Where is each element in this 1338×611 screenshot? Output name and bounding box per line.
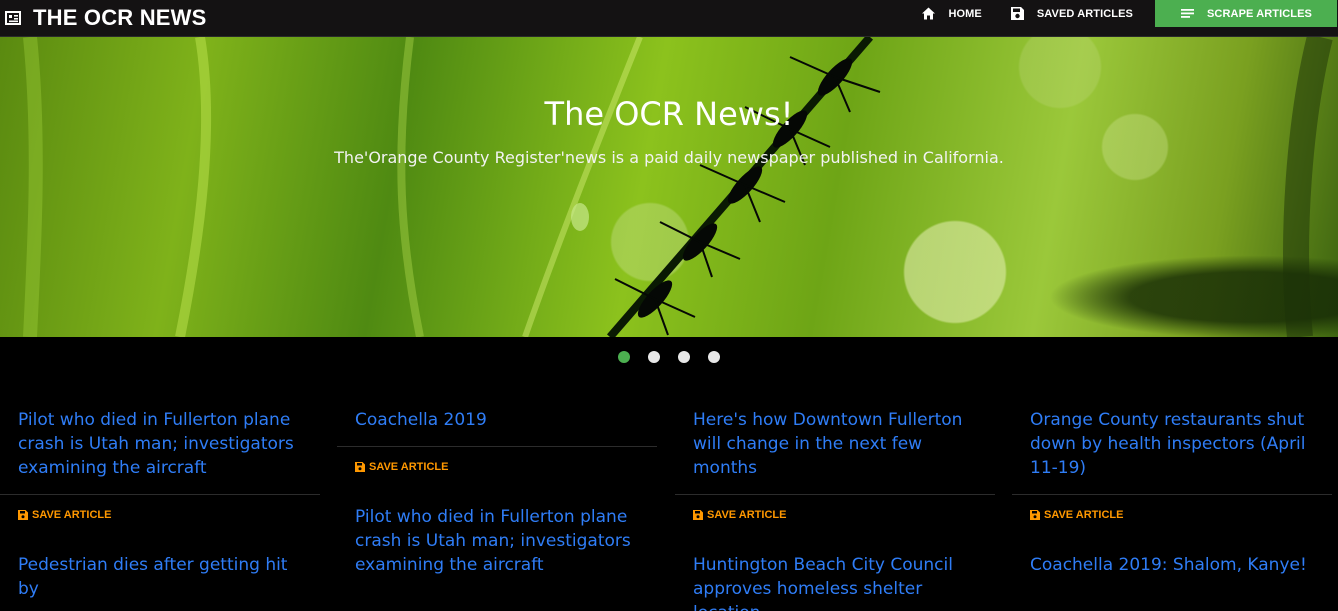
floppy-disk-icon [18,510,28,520]
nav-saved-articles-link[interactable]: SAVED ARTICLES [996,0,1147,27]
article-card: Orange County restaurants shut down by h… [1012,398,1332,543]
floppy-disk-icon [1010,6,1025,21]
article-column-3: Here's how Downtown Fullerton will chang… [675,398,995,611]
carousel-dot-3[interactable] [678,351,690,363]
article-title-link[interactable]: Coachella 2019: Shalom, Kanye! [1012,543,1332,591]
scrape-articles-label: SCRAPE ARTICLES [1207,7,1312,20]
article-title-link[interactable]: Coachella 2019 [337,398,657,446]
nav-home-link[interactable]: HOME [907,0,995,27]
floppy-disk-icon [355,462,365,472]
save-article-button[interactable]: SAVE ARTICLE [337,446,657,495]
hero-title: The OCR News! [544,95,794,133]
scrape-articles-button[interactable]: SCRAPE ARTICLES [1155,0,1337,27]
list-icon [1180,6,1195,21]
floppy-disk-icon [693,510,703,520]
save-article-label: SAVE ARTICLE [369,461,449,473]
top-navbar: THE OCR NEWS HOME SAVED ARTICLES SCRAPE … [0,0,1338,37]
brand[interactable]: THE OCR NEWS [5,7,207,29]
save-article-label: SAVE ARTICLE [1044,509,1124,521]
article-title-link[interactable]: Pilot who died in Fullerton plane crash … [0,398,320,494]
carousel-dot-1[interactable] [618,351,630,363]
save-article-label: SAVE ARTICLE [707,509,787,521]
article-title-link[interactable]: Here's how Downtown Fullerton will chang… [675,398,995,494]
carousel-dot-2[interactable] [648,351,660,363]
nav-home-label: HOME [948,7,982,20]
article-title-link[interactable]: Huntington Beach City Council approves h… [675,543,995,611]
article-column-2: Coachella 2019 SAVE ARTICLE Pilot who di… [337,398,657,591]
hero-background-image [23,37,1333,337]
save-article-button[interactable]: SAVE ARTICLE [0,494,320,543]
article-card: Coachella 2019: Shalom, Kanye! [1012,543,1332,591]
nav-saved-articles-label: SAVED ARTICLES [1036,7,1133,20]
save-article-button[interactable]: SAVE ARTICLE [675,494,995,543]
hero-subtitle: The'Orange County Register'news is a pai… [334,148,1004,167]
article-column-1: Pilot who died in Fullerton plane crash … [0,398,320,611]
save-article-button[interactable]: SAVE ARTICLE [1012,494,1332,543]
nav-links: HOME SAVED ARTICLES SCRAPE ARTICLES [907,0,1338,27]
article-card: Pilot who died in Fullerton plane crash … [0,398,320,543]
article-title-link[interactable]: Pilot who died in Fullerton plane crash … [337,495,657,591]
home-icon [921,6,936,21]
hero-carousel: The OCR News! The'Orange County Register… [0,37,1338,337]
article-card: Pedestrian dies after getting hit by [0,543,320,611]
article-title-link[interactable]: Pedestrian dies after getting hit by [0,543,320,611]
brand-title: THE OCR NEWS [33,5,207,30]
floppy-disk-icon [1030,510,1040,520]
article-card: Here's how Downtown Fullerton will chang… [675,398,995,543]
article-card: Coachella 2019 SAVE ARTICLE [337,398,657,495]
article-card: Pilot who died in Fullerton plane crash … [337,495,657,591]
carousel-indicators [0,351,1338,363]
article-card: Huntington Beach City Council approves h… [675,543,995,611]
article-title-link[interactable]: Orange County restaurants shut down by h… [1012,398,1332,494]
article-column-4: Orange County restaurants shut down by h… [1012,398,1332,591]
newspaper-icon [5,10,21,26]
save-article-label: SAVE ARTICLE [32,509,112,521]
carousel-dot-4[interactable] [708,351,720,363]
